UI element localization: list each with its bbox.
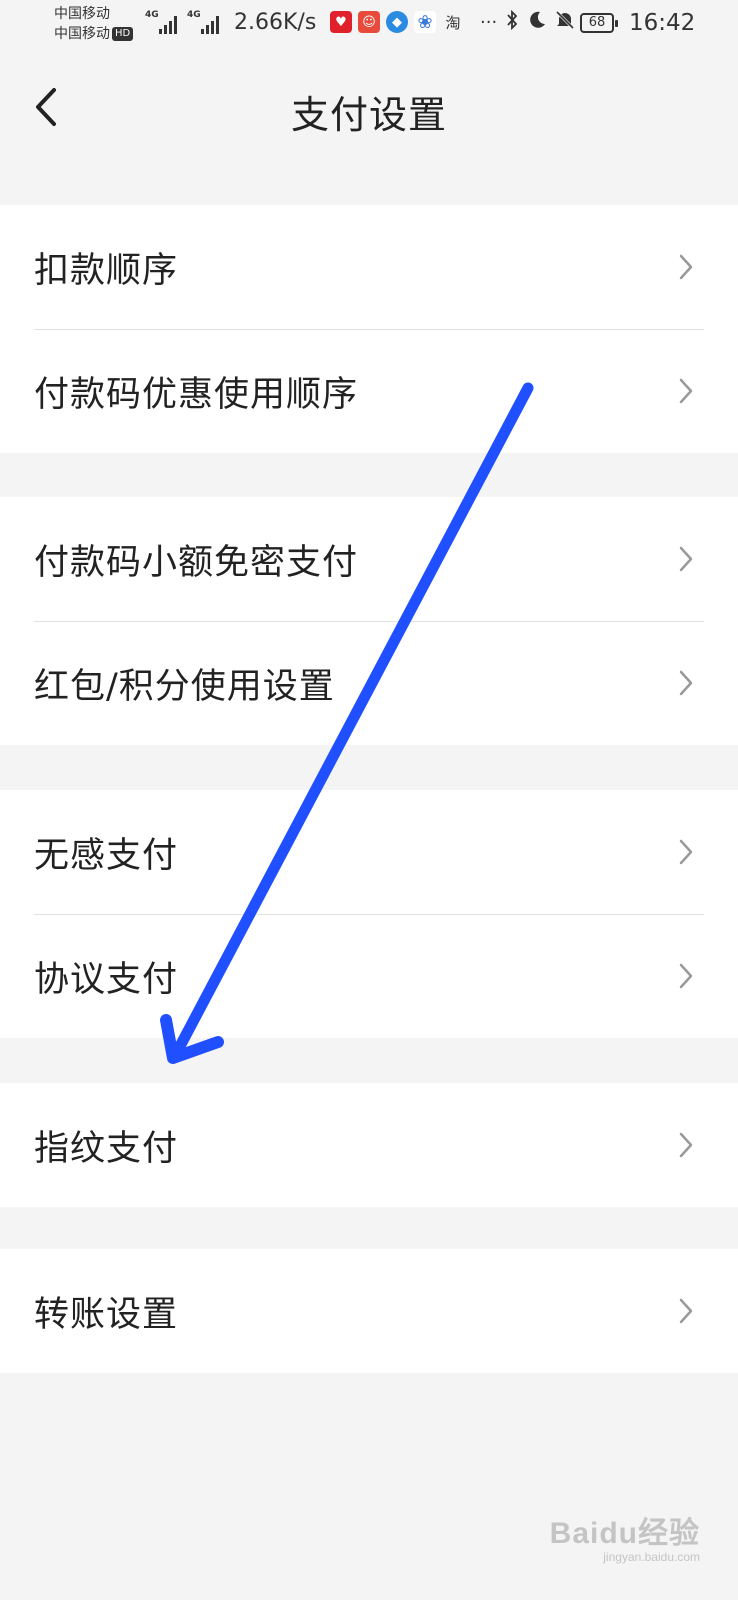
carrier-1: 中国移动 xyxy=(54,6,110,22)
battery-icon: 68 xyxy=(580,13,618,33)
signal-indicators: 4G 4G xyxy=(145,10,221,34)
watermark-logo: Baidu经验 xyxy=(549,1517,700,1550)
status-time: 16:42 xyxy=(629,10,696,36)
page-title: 支付设置 xyxy=(290,93,447,137)
system-icons: ··· xyxy=(480,9,575,35)
list-item-label: 付款码优惠使用顺序 xyxy=(34,374,359,415)
list-item-label: 转账设置 xyxy=(34,1294,179,1335)
list-item-deduction-order[interactable]: 扣款顺序 xyxy=(0,205,738,329)
nav-header: 支付设置 xyxy=(0,64,738,154)
network-type-1: 4G xyxy=(145,10,159,20)
notification-icons: ♥ ☺ ◆ ❀ 淘 xyxy=(330,11,464,33)
bluetooth-icon xyxy=(505,9,519,35)
list-item-label: 无感支付 xyxy=(34,835,179,876)
settings-group-5: 转账设置 xyxy=(0,1249,738,1373)
chevron-right-icon xyxy=(679,378,693,404)
carrier-2: 中国移动 xyxy=(54,26,110,42)
list-item-label: 付款码小额免密支付 xyxy=(34,542,359,583)
network-type-2: 4G xyxy=(187,10,201,20)
list-item-agreement-pay[interactable]: 协议支付 xyxy=(0,914,738,1038)
settings-group-2: 付款码小额免密支付 红包/积分使用设置 xyxy=(0,497,738,745)
app-notification-icon: ◆ xyxy=(386,11,408,33)
network-speed: 2.66K/s xyxy=(234,10,317,35)
more-icon: ··· xyxy=(480,12,498,33)
list-item-seamless-pay[interactable]: 无感支付 xyxy=(0,790,738,914)
baidu-paw-icon: ❀ xyxy=(414,11,436,33)
chevron-right-icon xyxy=(679,670,693,696)
mute-bell-icon xyxy=(555,10,575,35)
chevron-right-icon xyxy=(679,254,693,280)
list-item-label: 扣款顺序 xyxy=(34,250,179,291)
moon-icon xyxy=(527,10,547,35)
list-item-fingerprint-pay[interactable]: 指纹支付 xyxy=(0,1083,738,1207)
list-item-label: 协议支付 xyxy=(34,959,179,1000)
settings-group-4: 指纹支付 xyxy=(0,1083,738,1207)
app-notification-icon: ☺ xyxy=(358,11,380,33)
settings-group-1: 扣款顺序 付款码优惠使用顺序 xyxy=(0,205,738,453)
watermark-url: jingyan.baidu.com xyxy=(603,1550,700,1564)
app-notification-icon: ♥ xyxy=(330,11,352,33)
chevron-right-icon xyxy=(679,963,693,989)
chevron-right-icon xyxy=(679,546,693,572)
carrier-info: 中国移动 中国移动 HD xyxy=(54,4,134,44)
taobao-icon: 淘 xyxy=(445,13,461,32)
chevron-right-icon xyxy=(679,1132,693,1158)
settings-group-3: 无感支付 协议支付 xyxy=(0,790,738,1038)
hd-badge: HD xyxy=(112,27,134,41)
list-item-redpacket-points[interactable]: 红包/积分使用设置 xyxy=(0,621,738,745)
baidu-watermark: Baidu经验 jingyan.baidu.com xyxy=(550,1508,700,1564)
chevron-right-icon xyxy=(679,1298,693,1324)
list-item-paycode-discount-order[interactable]: 付款码优惠使用顺序 xyxy=(0,329,738,453)
list-item-label: 红包/积分使用设置 xyxy=(34,666,335,707)
chevron-right-icon xyxy=(679,839,693,865)
signal-icon: 4G xyxy=(187,10,221,34)
signal-icon: 4G xyxy=(145,10,179,34)
list-item-small-password-free[interactable]: 付款码小额免密支付 xyxy=(0,497,738,621)
list-item-label: 指纹支付 xyxy=(34,1128,179,1169)
list-item-transfer-settings[interactable]: 转账设置 xyxy=(0,1249,738,1373)
status-bar: 中国移动 中国移动HD 4G 4G 2.66K/s ♥ ☺ ◆ ❀ 淘 ··· xyxy=(0,0,738,46)
